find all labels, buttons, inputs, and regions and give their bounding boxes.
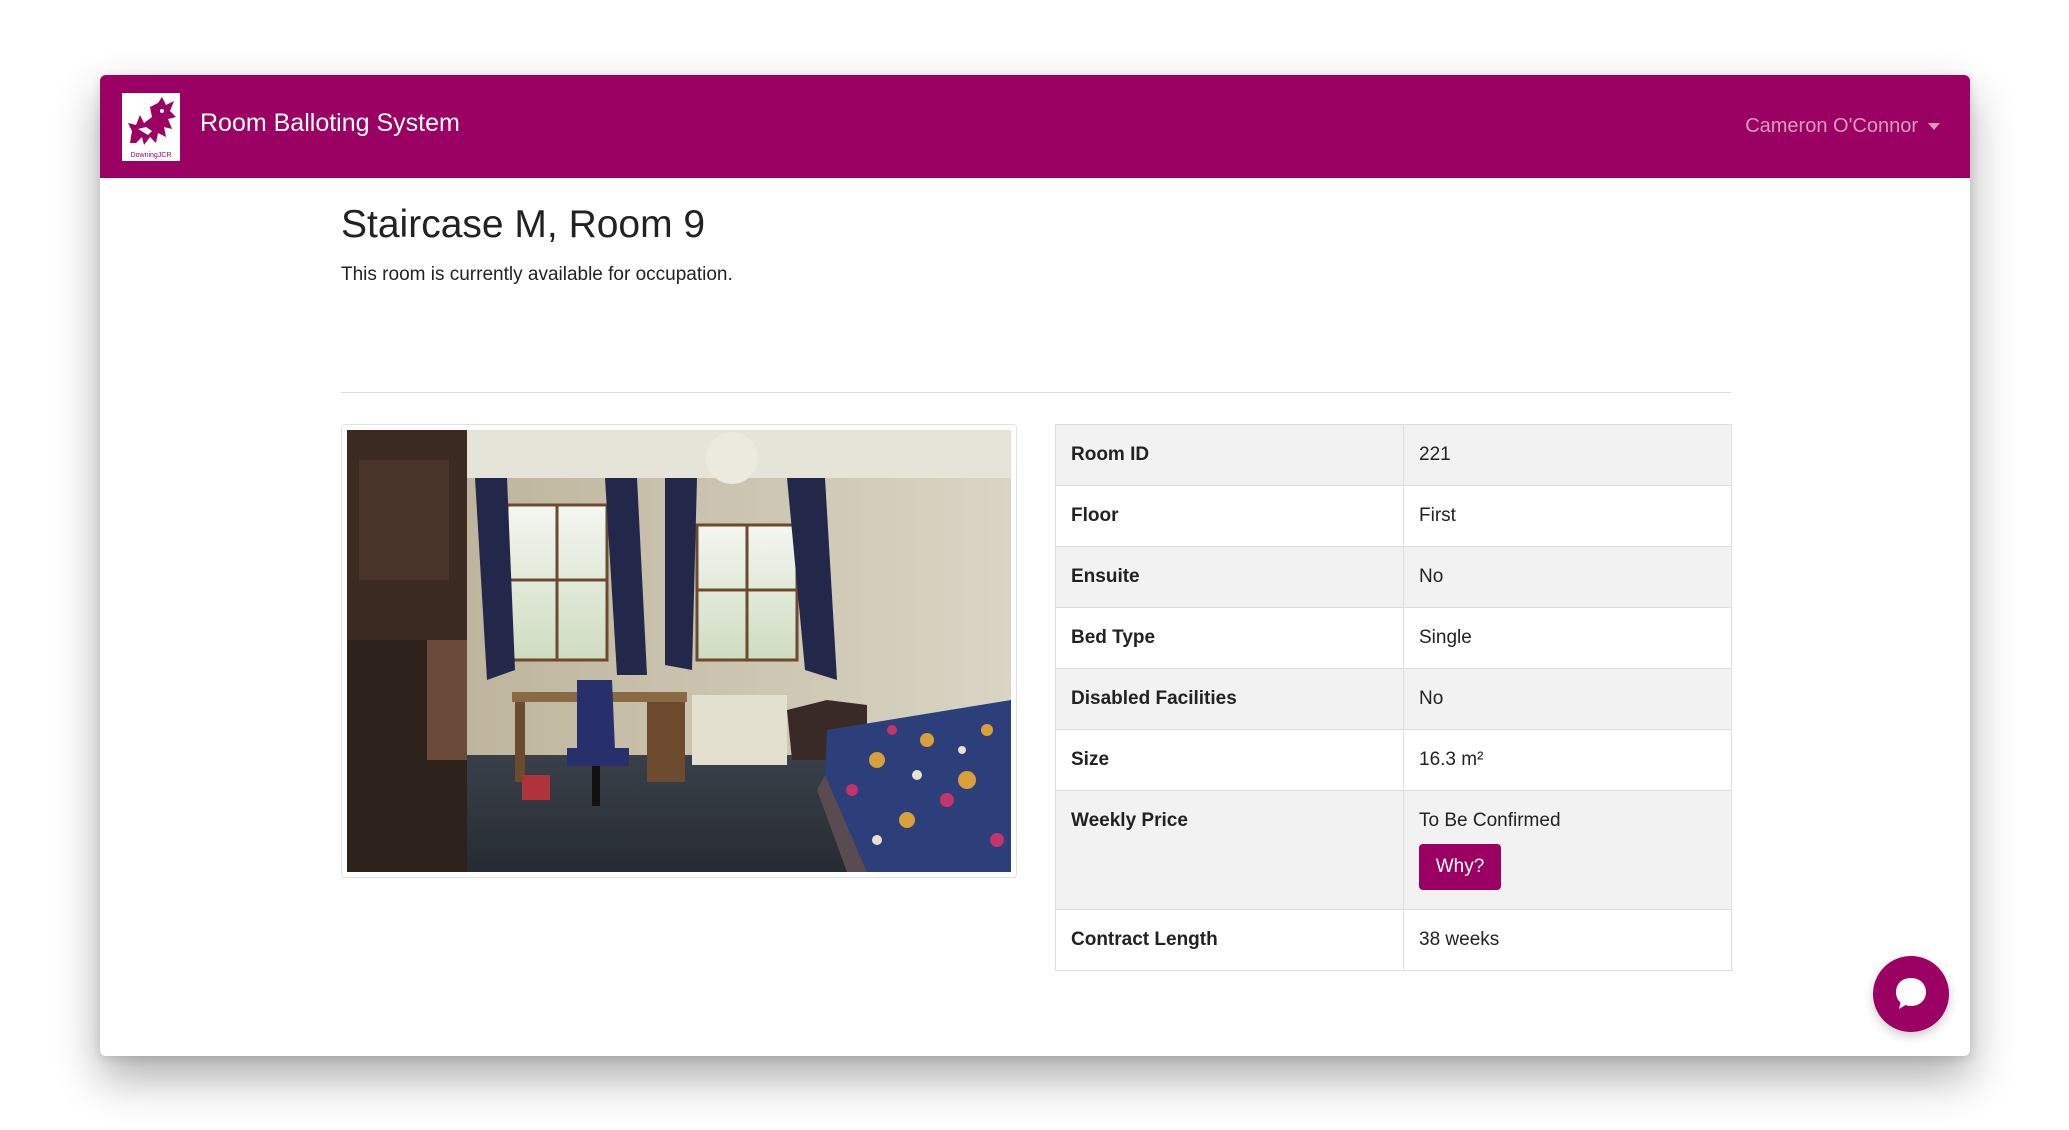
table-row: Ensuite No — [1055, 546, 1732, 608]
detail-value: 221 — [1403, 424, 1732, 486]
chat-button[interactable] — [1873, 956, 1949, 1032]
app-title[interactable]: Room Balloting System — [200, 109, 460, 138]
detail-value: To Be Confirmed — [1419, 810, 1561, 831]
detail-value: Single — [1403, 607, 1732, 669]
table-row: Contract Length 38 weeks — [1055, 909, 1732, 971]
detail-value: No — [1403, 546, 1732, 608]
table-row: Bed Type Single — [1055, 607, 1732, 669]
detail-label: Floor — [1055, 485, 1404, 547]
page-title: Staircase M, Room 9 — [341, 203, 706, 246]
why-button[interactable]: Why? — [1419, 844, 1501, 890]
detail-label: Contract Length — [1055, 909, 1404, 971]
room-photo — [347, 430, 1011, 872]
detail-label: Room ID — [1055, 424, 1404, 486]
detail-value: 38 weeks — [1403, 909, 1732, 971]
detail-value: No — [1403, 668, 1732, 730]
app-window: DowningJCR Room Balloting System Cameron… — [100, 75, 1970, 1056]
detail-value: 16.3 m² — [1403, 729, 1732, 791]
divider — [341, 392, 1731, 393]
detail-label: Disabled Facilities — [1055, 668, 1404, 730]
table-row: Room ID 221 — [1055, 424, 1732, 486]
detail-label: Bed Type — [1055, 607, 1404, 669]
chat-bubble-icon — [1896, 978, 1926, 1009]
chevron-down-icon[interactable] — [1928, 123, 1940, 130]
room-photo-frame — [341, 424, 1017, 878]
navbar: DowningJCR Room Balloting System Cameron… — [100, 75, 1970, 178]
room-details-table: Room ID 221 Floor First Ensuite No Bed T… — [1055, 424, 1732, 971]
college-logo[interactable]: DowningJCR — [122, 93, 180, 161]
user-menu-dropdown[interactable]: Cameron O'Connor — [1745, 115, 1940, 138]
availability-status: This room is currently available for occ… — [341, 264, 733, 285]
user-name[interactable]: Cameron O'Connor — [1745, 115, 1918, 138]
table-row: Disabled Facilities No — [1055, 668, 1732, 730]
table-row: Floor First — [1055, 485, 1732, 547]
table-row: Size 16.3 m² — [1055, 729, 1732, 791]
logo-caption: DowningJCR — [131, 152, 172, 159]
detail-value-cell: To Be Confirmed Why? — [1403, 790, 1732, 910]
table-row: Weekly Price To Be Confirmed Why? — [1055, 790, 1732, 910]
detail-label: Ensuite — [1055, 546, 1404, 608]
detail-value: First — [1403, 485, 1732, 547]
detail-label: Size — [1055, 729, 1404, 791]
detail-label: Weekly Price — [1055, 790, 1404, 910]
